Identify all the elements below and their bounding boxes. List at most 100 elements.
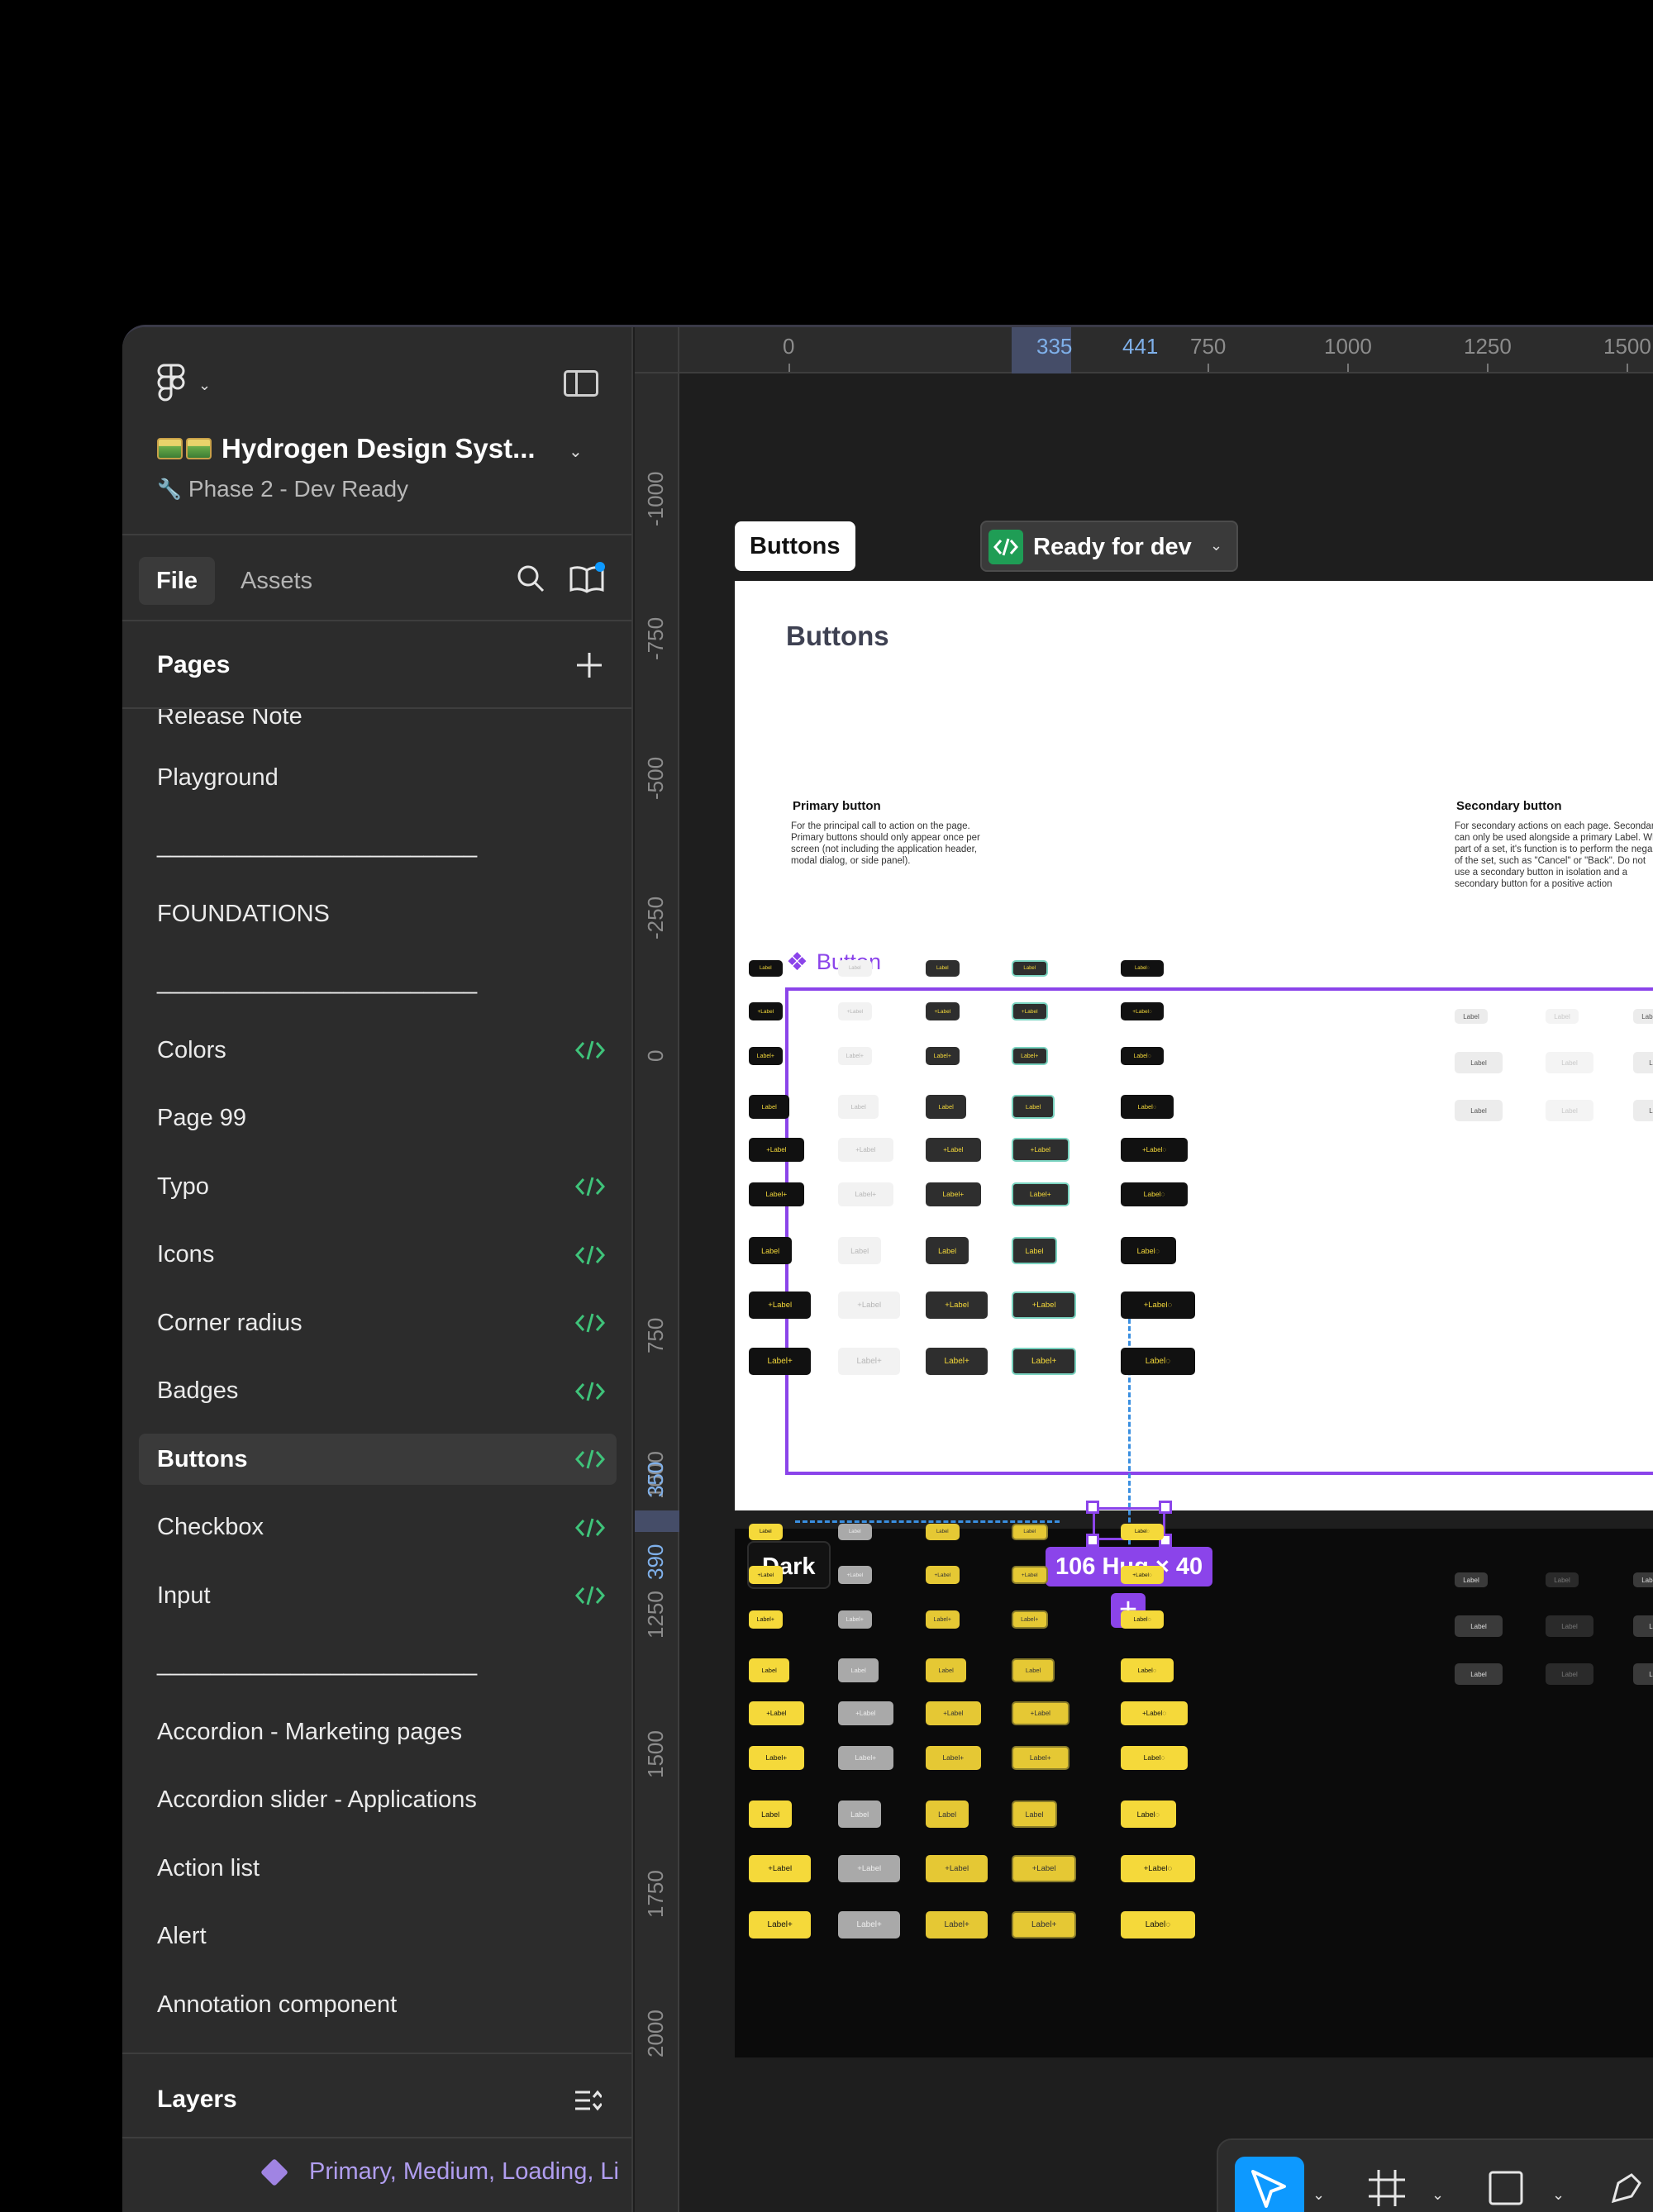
tab-file[interactable]: File: [139, 557, 215, 605]
move-tool-button[interactable]: [1235, 2157, 1304, 2212]
button-variant[interactable]: + Label: [1012, 1855, 1077, 1882]
dev-mode-code-icon[interactable]: [575, 1381, 605, 1402]
buttons-dark-frame[interactable]: [735, 1529, 1653, 2057]
button-variant[interactable]: + Label: [838, 1855, 901, 1882]
dev-mode-code-icon[interactable]: [575, 1176, 605, 1197]
button-variant[interactable]: Label: [926, 1095, 967, 1119]
figma-logo-icon[interactable]: [157, 364, 185, 403]
button-variant[interactable]: Label: [838, 1524, 872, 1540]
secondary-button-variant[interactable]: Label: [1633, 1572, 1653, 1587]
secondary-button-variant[interactable]: Label: [1546, 1572, 1579, 1587]
dev-mode-code-icon[interactable]: [575, 1449, 605, 1470]
button-variant[interactable]: + Label: [838, 1292, 901, 1319]
secondary-button-variant[interactable]: Label: [1633, 1615, 1653, 1637]
add-page-plus-icon[interactable]: [575, 651, 603, 679]
secondary-button-variant[interactable]: Label: [1633, 1009, 1653, 1024]
button-variant[interactable]: Label: [749, 1524, 783, 1540]
secondary-button-variant[interactable]: Label: [1455, 1052, 1503, 1073]
secondary-button-variant[interactable]: Label: [1546, 1052, 1593, 1073]
chevron-down-icon[interactable]: ⌄: [569, 441, 583, 462]
secondary-button-variant[interactable]: Label: [1546, 1100, 1593, 1121]
button-variant[interactable]: Label: [926, 1237, 969, 1264]
button-variant[interactable]: + Label: [749, 1566, 783, 1584]
chevron-down-icon[interactable]: ⌄: [1431, 2186, 1444, 2204]
button-variant[interactable]: + Label: [838, 1701, 893, 1725]
pen-tool-icon[interactable]: [1607, 2168, 1646, 2208]
secondary-button-variant[interactable]: Label: [1633, 1052, 1653, 1073]
page-item[interactable]: ________________________: [139, 821, 617, 872]
secondary-button-variant[interactable]: Label: [1455, 1009, 1488, 1024]
button-variant[interactable]: Label ◌: [1121, 1047, 1165, 1065]
button-variant[interactable]: Label +: [926, 1182, 981, 1206]
button-variant[interactable]: Label +: [749, 1610, 783, 1629]
button-variant[interactable]: Label ◌: [1121, 960, 1165, 977]
button-variant[interactable]: Label +: [1012, 1746, 1069, 1770]
file-title-row[interactable]: Hydrogen Design Syst...: [157, 433, 536, 464]
button-variant[interactable]: Label ◌: [1121, 1182, 1189, 1206]
button-variant[interactable]: + Label: [926, 1138, 981, 1162]
button-variant[interactable]: Label ◌: [1121, 1911, 1195, 1938]
secondary-button-variant[interactable]: Label: [1455, 1572, 1488, 1587]
button-variant[interactable]: Label ◌: [1121, 1348, 1195, 1375]
layer-row[interactable]: Primary, Medium, Loading, Li: [122, 2140, 631, 2211]
button-variant[interactable]: Label ◌: [1121, 1801, 1176, 1828]
button-variant[interactable]: Label: [838, 1658, 879, 1682]
button-variant[interactable]: Label: [926, 1658, 967, 1682]
button-variant[interactable]: Label: [749, 1237, 793, 1264]
page-item[interactable]: Accordion - Marketing pages: [139, 1706, 617, 1758]
button-variant[interactable]: Label: [1012, 960, 1048, 977]
button-variant[interactable]: + Label: [926, 1566, 960, 1584]
dev-status-dropdown[interactable]: Ready for dev ⌄: [980, 521, 1238, 572]
button-variant[interactable]: Label +: [926, 1746, 981, 1770]
button-variant[interactable]: Label: [926, 960, 960, 977]
search-icon[interactable]: [516, 564, 545, 593]
button-variant[interactable]: Label +: [749, 1746, 804, 1770]
button-variant[interactable]: + Label: [1012, 1292, 1077, 1319]
button-variant[interactable]: Label +: [838, 1746, 893, 1770]
page-item[interactable]: ________________________: [139, 957, 617, 1008]
button-variant[interactable]: + Label ◌: [1121, 1292, 1195, 1319]
button-variant[interactable]: Label +: [749, 1911, 812, 1938]
button-variant[interactable]: + Label: [1012, 1566, 1048, 1584]
page-item[interactable]: Badges: [139, 1366, 617, 1417]
button-variant[interactable]: Label: [838, 960, 872, 977]
button-variant[interactable]: + Label: [1012, 1701, 1069, 1725]
button-variant[interactable]: Label: [1012, 1801, 1058, 1828]
secondary-button-variant[interactable]: Label: [1546, 1615, 1593, 1637]
button-variant[interactable]: + Label: [926, 1855, 988, 1882]
button-variant[interactable]: + Label: [1012, 1002, 1048, 1020]
button-variant[interactable]: Label ◌: [1121, 1658, 1174, 1682]
button-variant[interactable]: + Label ◌: [1121, 1566, 1165, 1584]
button-variant[interactable]: Label ◌: [1121, 1524, 1165, 1540]
rectangle-tool-icon[interactable]: [1488, 2170, 1524, 2206]
button-variant[interactable]: Label: [749, 1658, 790, 1682]
button-variant[interactable]: + Label: [1012, 1138, 1069, 1162]
button-variant[interactable]: Label +: [838, 1610, 872, 1629]
button-variant[interactable]: Label +: [926, 1911, 988, 1938]
button-variant[interactable]: Label +: [749, 1047, 783, 1065]
button-variant[interactable]: Label ◌: [1121, 1237, 1176, 1264]
button-variant[interactable]: Label ◌: [1121, 1095, 1174, 1119]
button-variant[interactable]: + Label: [749, 1002, 783, 1020]
secondary-button-variant[interactable]: Label: [1455, 1100, 1503, 1121]
button-variant[interactable]: + Label: [749, 1701, 804, 1725]
tab-assets[interactable]: Assets: [223, 557, 330, 605]
page-item[interactable]: Annotation component: [139, 1979, 617, 2030]
button-variant[interactable]: Label +: [926, 1348, 988, 1375]
button-variant[interactable]: Label +: [1012, 1182, 1069, 1206]
button-variant[interactable]: Label ◌: [1121, 1610, 1165, 1629]
button-variant[interactable]: Label +: [1012, 1047, 1048, 1065]
button-variant[interactable]: + Label: [749, 1855, 812, 1882]
resize-handle[interactable]: [1159, 1501, 1172, 1514]
button-variant[interactable]: Label: [1012, 1524, 1048, 1540]
page-item[interactable]: Icons: [139, 1230, 617, 1281]
design-canvas[interactable]: Buttons Ready for dev ⌄ Buttons Primary …: [679, 375, 1653, 2212]
secondary-button-variant[interactable]: Label: [1455, 1615, 1503, 1637]
button-variant[interactable]: + Label: [838, 1138, 893, 1162]
sidebar-toggle-icon[interactable]: [564, 370, 598, 397]
secondary-button-variant[interactable]: Label: [1546, 1009, 1579, 1024]
button-variant[interactable]: + Label ◌: [1121, 1701, 1189, 1725]
page-item[interactable]: Input: [139, 1570, 617, 1621]
button-variant[interactable]: Label: [1012, 1658, 1055, 1682]
dev-mode-code-icon[interactable]: [575, 1585, 605, 1606]
